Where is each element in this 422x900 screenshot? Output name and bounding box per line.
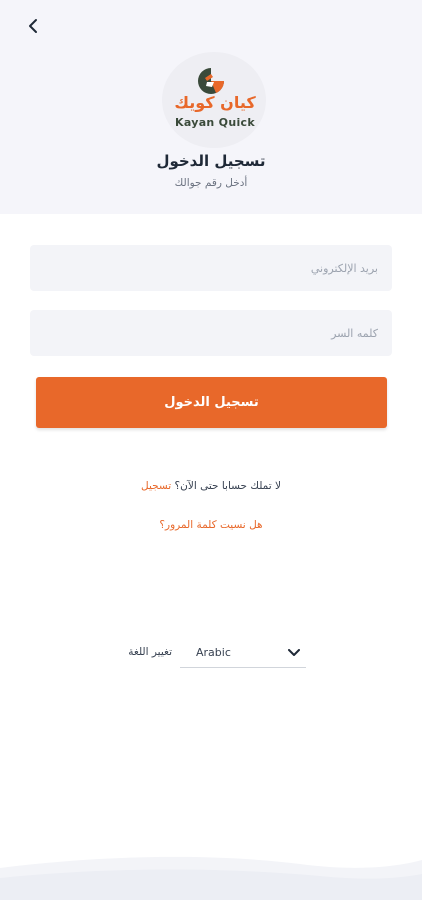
register-link[interactable]: تسجيل <box>141 480 171 492</box>
language-selected-value: Arabic <box>196 646 231 659</box>
language-select[interactable]: Arabic <box>180 638 306 668</box>
chevron-left-icon <box>29 19 37 33</box>
login-button-label: تسجيل الدخول <box>164 395 259 410</box>
logo-text-english: Kayan Quick <box>175 116 255 129</box>
login-button[interactable]: تسجيل الدخول <box>36 377 387 428</box>
email-field[interactable] <box>30 245 392 291</box>
no-account-text: لا تملك حسابا حتى الآن؟ <box>174 480 281 492</box>
forgot-password-link[interactable]: هل نسيت كلمة المرور؟ <box>0 519 422 531</box>
register-prompt: لا تملك حسابا حتى الآن؟ تسجيل <box>0 480 422 492</box>
footer-wave <box>0 856 422 900</box>
password-field[interactable] <box>30 310 392 356</box>
back-button[interactable] <box>22 14 46 38</box>
language-label: تغيير اللغة <box>128 646 172 658</box>
page-subtitle: أدخل رقم جوالك <box>174 177 248 189</box>
logo-mark-icon <box>198 68 224 94</box>
logo-text-arabic: كيان كويك <box>174 93 256 112</box>
page-title: تسجيل الدخول <box>156 152 266 170</box>
chevron-down-icon <box>288 648 300 656</box>
